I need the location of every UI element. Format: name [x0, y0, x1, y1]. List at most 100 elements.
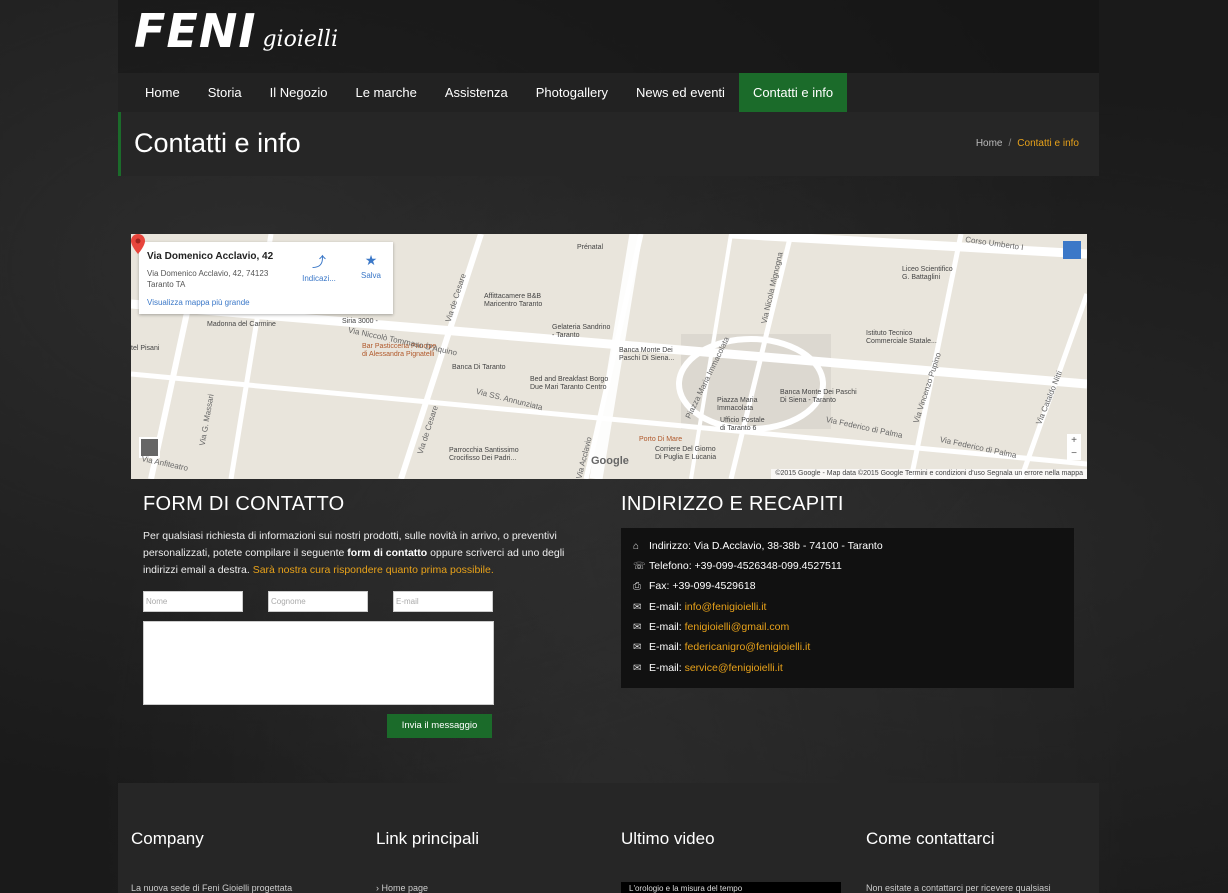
form-intro-highlight: Sarà nostra cura rispondere quanto prima…: [252, 564, 494, 576]
footer-link-home-label: Home page: [381, 883, 429, 893]
nav-item-home[interactable]: Home: [131, 73, 194, 112]
directions-label: Indicazi...: [302, 274, 336, 283]
zoom-out-button[interactable]: −: [1067, 447, 1081, 460]
main-nav: Home Storia Il Negozio Le marche Assiste…: [118, 73, 1099, 112]
envelope-icon: ✉: [633, 601, 642, 613]
name-input[interactable]: Nome: [143, 591, 243, 612]
envelope-icon: ✉: [633, 662, 642, 674]
map-label-prenatal: Prénatal: [577, 244, 604, 251]
breadcrumb: Home / Contatti e info: [976, 138, 1079, 149]
email-link[interactable]: info@fenigioielli.it: [685, 601, 767, 613]
place-address-line1: Via Domenico Acclavio, 42, 74123: [147, 269, 269, 278]
save-button[interactable]: ★ Salva: [351, 252, 391, 280]
nav-item-storia[interactable]: Storia: [194, 73, 256, 112]
fax-icon: ⎙: [633, 580, 641, 592]
form-title: FORM DI CONTATTO: [143, 493, 345, 515]
address-value: Via D.Acclavio, 38-38b - 74100 - Taranto: [693, 540, 883, 552]
email-row: ✉ E-mail: federicanigro@fenigioielli.it: [633, 641, 810, 653]
nav-item-assistenza[interactable]: Assistenza: [431, 73, 522, 112]
phone-value: +39-099-4526348-099.4527511: [694, 560, 842, 572]
map-attribution[interactable]: ©2015 Google - Map data ©2015 Google Ter…: [771, 469, 1087, 479]
map-label-bnb-borgo: Bed and Breakfast Borgo Due Mari Taranto…: [530, 376, 609, 391]
larger-map-link[interactable]: Visualizza mappa più grande: [147, 298, 250, 307]
home-icon: ⌂: [633, 540, 640, 552]
map-label-porto: Porto Di Mare: [639, 436, 683, 443]
footer-contact-text: Non esitate a contattarci per ricevere q…: [866, 883, 1051, 893]
email-row: ✉ E-mail: info@fenigioielli.it: [633, 601, 766, 613]
google-map[interactable]: Via Domenico Acclavio, 42 Via Domenico A…: [131, 234, 1087, 479]
fax-value: +39-099-4529618: [672, 580, 756, 592]
google-logo: Google: [591, 455, 629, 467]
map-label-liceo: Liceo Scientifico G. Battaglini: [902, 266, 953, 281]
breadcrumb-separator: /: [1008, 138, 1012, 149]
map-label-banca-taranto: Banca Di Taranto: [452, 364, 506, 371]
send-message-button[interactable]: Invia il messaggio: [387, 714, 492, 738]
email-link[interactable]: service@fenigioielli.it: [685, 662, 783, 674]
phone-label: Telefono:: [649, 560, 692, 572]
contacts-title: INDIRIZZO E RECAPITI: [621, 493, 844, 515]
message-textarea[interactable]: [143, 621, 494, 705]
logo-main-text: FENI: [134, 4, 257, 58]
phone-row: ☏ Telefono: +39-099-4526348-099.4527511: [633, 560, 842, 572]
map-place-card: Via Domenico Acclavio, 42 Via Domenico A…: [139, 242, 393, 314]
site-header: FENI gioielli: [118, 0, 1099, 73]
site-logo[interactable]: FENI gioielli: [134, 8, 338, 54]
nav-item-il-negozio[interactable]: Il Negozio: [256, 73, 342, 112]
page-title-bar: Contatti e info Home / Contatti e info: [118, 112, 1099, 176]
map-label-istituto: Istituto Tecnico Commerciale Statale...: [866, 330, 937, 345]
map-label-corriere: Corriere Del Giorno Di Puglia E Lucania: [655, 446, 717, 461]
nav-item-le-marche[interactable]: Le marche: [341, 73, 430, 112]
breadcrumb-current: Contatti e info: [1017, 138, 1079, 149]
nav-item-photogallery[interactable]: Photogallery: [522, 73, 622, 112]
map-label-siria: Siria 3000 -: [342, 318, 378, 325]
map-label-madonna: Madonna del Carmine: [207, 321, 276, 328]
surname-input[interactable]: Cognome: [268, 591, 368, 612]
map-label-affittacamere: Affittacamere B&B Maricentro Taranto: [484, 293, 543, 308]
map-label-ufficio-postale: Ufficio Postale di Taranto 6: [720, 417, 765, 432]
footer-contact-title: Come contattarci: [866, 829, 995, 848]
place-address: Via Domenico Acclavio, 42, 74123 Taranto…: [147, 268, 287, 290]
footer-company-text: La nuova sede di Feni Gioielli progettat…: [131, 883, 293, 893]
email-label: E-mail:: [649, 601, 682, 613]
email-row: ✉ E-mail: service@fenigioielli.it: [633, 662, 783, 674]
email-label: E-mail:: [649, 641, 682, 653]
fax-row: ⎙ Fax: +39-099-4529618: [633, 580, 756, 592]
map-label-piazza: Piazza Maria Immacolata: [717, 397, 758, 412]
logo-sub-text: gioielli: [262, 27, 338, 52]
footer-video-title: Ultimo video: [621, 829, 715, 848]
footer-links-title: Link principali: [376, 829, 479, 848]
site-footer: Company La nuova sede di Feni Gioielli p…: [118, 783, 1099, 893]
breadcrumb-home[interactable]: Home: [976, 138, 1003, 149]
fax-label: Fax:: [649, 580, 670, 592]
footer-video[interactable]: L'orologio e la misura del tempo: [621, 882, 841, 893]
envelope-icon: ✉: [633, 641, 642, 653]
footer-company-title: Company: [131, 829, 204, 848]
directions-icon: ⤴: [312, 254, 326, 270]
map-label-banca-monte: Banca Monte Dei Paschi Di Siena...: [619, 347, 675, 362]
save-label: Salva: [360, 271, 381, 280]
form-intro-bold: form di contatto: [347, 547, 428, 559]
map-label-parrocchia: Parrocchia Santissimo Crocifisso Dei Pad…: [449, 447, 519, 462]
star-icon: ★: [364, 252, 378, 268]
nav-item-news[interactable]: News ed eventi: [622, 73, 739, 112]
map-label-banca-monte-2: Banca Monte Dei Paschi Di Siena - Tarant…: [780, 389, 857, 404]
address-label: Indirizzo:: [649, 540, 692, 552]
zoom-controls: + −: [1067, 434, 1081, 460]
map-label-pisani: tel Pisani: [131, 345, 160, 352]
street-view-pegman-icon[interactable]: [1063, 241, 1081, 259]
page-title: Contatti e info: [134, 128, 301, 158]
email-link[interactable]: fenigioielli@gmail.com: [685, 621, 790, 633]
place-title: Via Domenico Acclavio, 42: [147, 251, 274, 262]
address-row: ⌂ Indirizzo: Via D.Acclavio, 38-38b - 74…: [633, 540, 883, 552]
email-row: ✉ E-mail: fenigioielli@gmail.com: [633, 621, 789, 633]
email-link[interactable]: federicanigro@fenigioielli.it: [685, 641, 811, 653]
email-input[interactable]: E-mail: [393, 591, 493, 612]
zoom-in-button[interactable]: +: [1067, 434, 1081, 447]
place-address-line2: Taranto TA: [147, 280, 186, 289]
envelope-icon: ✉: [633, 621, 642, 633]
map-label-gelateria: Gelateria Sandrino - Taranto: [552, 324, 611, 339]
directions-button[interactable]: ⤴ Indicazi...: [299, 252, 339, 283]
location-pin-icon[interactable]: [131, 234, 145, 254]
footer-link-home[interactable]: › Home page: [376, 883, 428, 893]
nav-item-contatti[interactable]: Contatti e info: [738, 73, 848, 112]
